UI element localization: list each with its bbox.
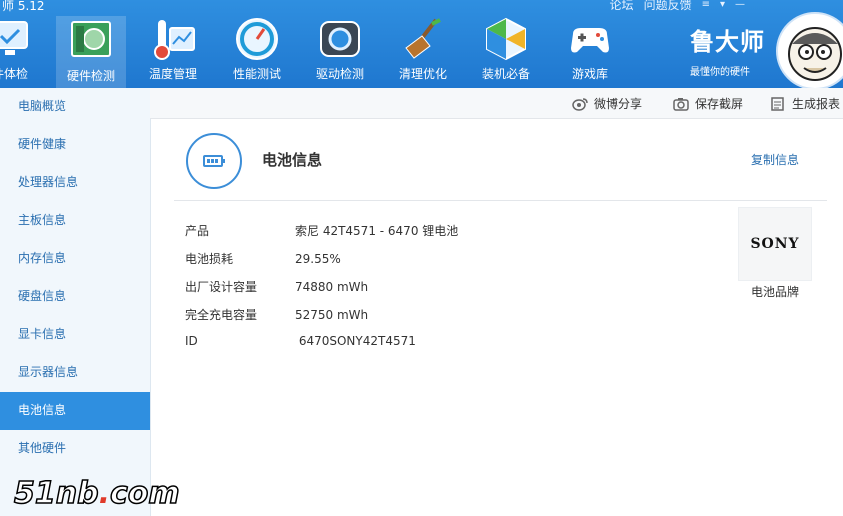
tool-games[interactable]: 游戏库 [550,16,630,86]
monitor-check-icon [0,16,33,62]
battery-icon [203,155,225,167]
tool-driver[interactable]: 驱动检测 [300,16,380,86]
battery-panel: 电池信息 复制信息 产品 索尼 42T4571 - 6470 锂电池 电池损耗 29… [150,119,843,516]
info-row-wear: 电池损耗 29.55% [185,252,341,266]
sidebar-item-gpu[interactable]: 显卡信息 [0,316,150,354]
brand-slogan: 最懂你的硬件 [690,67,750,78]
tool-hardware-checkup[interactable]: 件体检 [0,16,50,86]
divider [174,200,827,201]
info-row-id: ID 6470SONY42T4571 [185,334,416,348]
section-title: 电池信息 [262,151,323,169]
sidebar-item-display[interactable]: 显示器信息 [0,354,150,392]
broom-icon [400,16,446,62]
sidebar-item-disk[interactable]: 硬盘信息 [0,278,150,316]
sidebar-item-motherboard[interactable]: 主板信息 [0,202,150,240]
watermark: 51nb.com [13,475,180,512]
brand-caption: 电池品牌 [750,285,799,299]
sidebar-item-memory[interactable]: 内存信息 [0,240,150,278]
avatar[interactable] [776,12,843,88]
info-row-product: 产品 索尼 42T4571 - 6470 锂电池 [185,224,459,238]
save-screenshot-button[interactable]: 保存截屏 [673,95,743,112]
weibo-icon [572,97,588,111]
window-title: 师 5.12 [2,0,45,13]
feedback-link[interactable]: 问题反馈 [644,0,692,13]
thermometer-icon [150,16,196,62]
menu-icon[interactable]: ≡ [702,0,710,10]
info-row-full-capacity: 完全充电容量 52750 mWh [185,308,369,322]
sidebar-item-cpu[interactable]: 处理器信息 [0,164,150,202]
sub-toolbar: 微博分享 保存截屏 生成报表 [150,88,843,119]
sidebar-item-overview[interactable]: 电脑概览 [0,88,150,126]
sidebar-item-health[interactable]: 硬件健康 [0,126,150,164]
chevron-down-icon[interactable]: ▾ [720,0,725,10]
brand: 鲁大师 最懂你的硬件 [690,22,765,78]
gamepad-icon [567,16,613,62]
sidebar: 电脑概览 硬件健康 处理器信息 主板信息 内存信息 硬盘信息 显卡信息 显示器信… [0,88,151,516]
titlebar-links: 论坛 问题反馈 ≡ ▾ — [610,0,745,13]
tool-performance[interactable]: 性能测试 [217,16,297,86]
generate-report-button[interactable]: 生成报表 [770,95,840,112]
camera-icon [673,97,689,111]
sony-logo: SONY [750,236,800,252]
weibo-share-button[interactable]: 微博分享 [572,95,642,112]
tool-temperature[interactable]: 温度管理 [133,16,213,86]
brand-logo: SONY [738,207,812,281]
top-toolbar: 师 5.12 论坛 问题反馈 ≡ ▾ — 件体检 硬件检测 温度管理 性能测试 [0,0,843,88]
tool-essentials[interactable]: 装机必备 [466,16,546,86]
driver-gear-icon [317,16,363,62]
motherboard-icon [68,16,114,62]
speedometer-icon [234,16,280,62]
info-row-design-capacity: 出厂设计容量 74880 mWh [185,280,369,294]
battery-icon-circle [186,133,242,189]
brand-name: 鲁大师 [690,28,765,56]
install-cube-icon [483,16,529,62]
forum-link[interactable]: 论坛 [610,0,634,13]
minimize-icon[interactable]: — [735,0,745,10]
mascot-face-icon [788,27,842,81]
tool-cleanup[interactable]: 清理优化 [383,16,463,86]
report-icon [770,96,786,111]
sidebar-item-battery[interactable]: 电池信息 [0,392,150,430]
sidebar-item-other[interactable]: 其他硬件 [0,430,150,468]
copy-info-link[interactable]: 复制信息 [751,151,799,168]
tool-hardware-detect[interactable]: 硬件检测 [56,16,126,88]
